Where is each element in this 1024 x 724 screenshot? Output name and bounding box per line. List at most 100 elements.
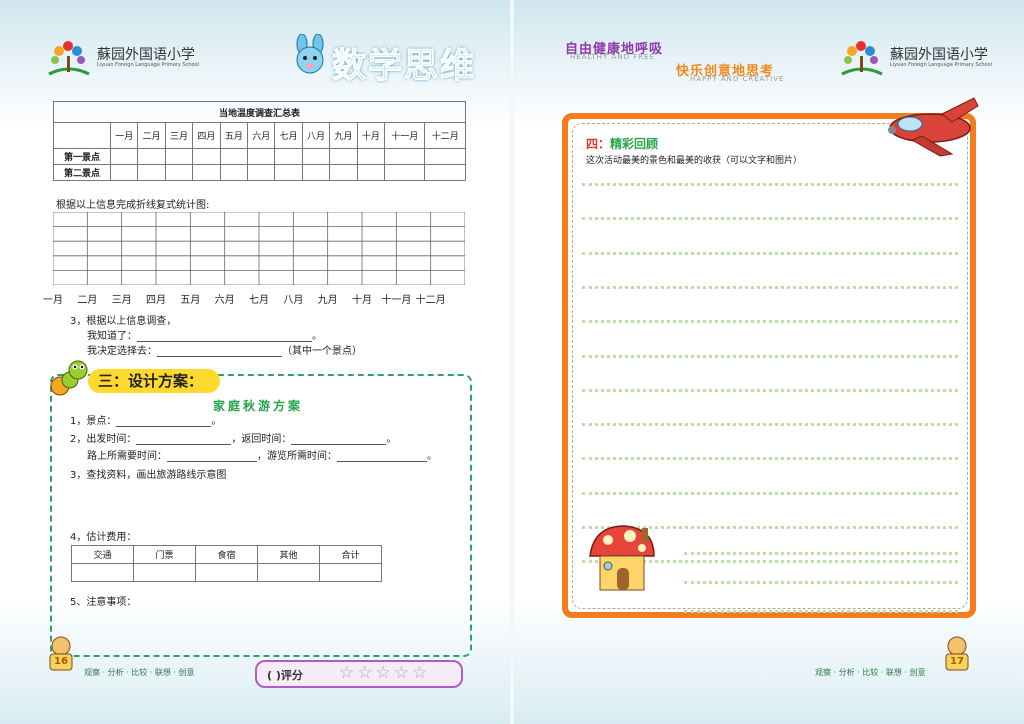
- chart-month-label: 九月: [317, 295, 338, 306]
- answer-line[interactable]: [137, 331, 312, 342]
- chart-month-label: 八月: [283, 295, 304, 306]
- school-name-en: Liyuan Foreign Language Primary School: [97, 62, 199, 68]
- return-label: ，返回时间：: [231, 434, 292, 445]
- answer-line[interactable]: [167, 451, 257, 462]
- chart-month-label: 十二月: [415, 295, 446, 306]
- writing-line[interactable]: [684, 581, 958, 584]
- survey-cell[interactable]: [356, 148, 386, 165]
- cost-cell[interactable]: [257, 563, 320, 582]
- survey-title: 当地温度调查汇总表: [53, 101, 466, 123]
- tree-logo-icon: [841, 41, 883, 76]
- footer-motto-left: 观察 · 分析 · 比较 · 联想 · 创意: [84, 668, 195, 677]
- cost-cell[interactable]: [71, 563, 134, 582]
- section4-title: 四：精彩回顾: [586, 135, 658, 152]
- chart-month-label: 十一月: [381, 295, 412, 306]
- survey-cell[interactable]: [424, 164, 466, 181]
- temperature-survey-table: 当地温度调查汇总表 一月 二月 三月 四月 五月 六月 七月 八月 九月 十月 十一月 十二月 第一景…: [53, 101, 466, 181]
- survey-cell[interactable]: [219, 148, 249, 165]
- row-label: 第二景点: [53, 164, 111, 181]
- q3-line3-end: （其中一个景点）: [282, 346, 362, 357]
- survey-cell[interactable]: [164, 164, 194, 181]
- footer-motto-right: 观察 · 分析 · 比较 · 联想 · 创意: [815, 668, 926, 677]
- writing-line[interactable]: [582, 183, 958, 186]
- caterpillar-icon: [50, 360, 88, 396]
- writing-line[interactable]: [582, 423, 958, 427]
- chart-month-label: 三月: [111, 295, 132, 306]
- writing-line[interactable]: [684, 552, 958, 555]
- month-header: 三月: [164, 122, 194, 149]
- cost-header: 交通: [71, 545, 134, 564]
- q3-line2: 我知道了： 。: [87, 327, 322, 342]
- chart-month-label: 四月: [146, 295, 166, 306]
- cost-header: 门票: [133, 545, 196, 564]
- chart-month-label: 二月: [77, 295, 98, 306]
- survey-cell[interactable]: [384, 148, 426, 165]
- writing-line[interactable]: [582, 285, 958, 289]
- survey-cell[interactable]: [137, 148, 166, 165]
- writing-line[interactable]: [582, 217, 958, 221]
- writing-line[interactable]: [684, 610, 958, 613]
- survey-cell[interactable]: [424, 148, 466, 165]
- survey-cell[interactable]: [301, 164, 331, 181]
- survey-cell[interactable]: [247, 164, 276, 181]
- survey-cell[interactable]: [329, 148, 358, 165]
- section3-title: 三：设计方案：: [88, 369, 220, 393]
- survey-cell[interactable]: [274, 148, 303, 165]
- cost-cell[interactable]: [319, 563, 382, 582]
- rating-stars[interactable]: ☆☆☆☆☆: [339, 663, 430, 683]
- survey-cell[interactable]: [356, 164, 386, 181]
- book-title: 数学思维: [290, 34, 490, 87]
- answer-line[interactable]: [116, 416, 212, 427]
- survey-cell[interactable]: [109, 148, 139, 165]
- writing-line[interactable]: [582, 457, 958, 461]
- writing-line[interactable]: [582, 491, 958, 495]
- survey-cell[interactable]: [274, 164, 303, 181]
- page-number-left: 16: [46, 638, 76, 674]
- school-name-en: Liyuan Foreign Language Primary School: [890, 62, 992, 68]
- airplane-icon: [888, 97, 979, 157]
- cost-cell[interactable]: [133, 563, 196, 582]
- header-corner: [53, 122, 111, 149]
- item-spot-end: 。: [211, 416, 222, 427]
- survey-cell[interactable]: [164, 148, 194, 165]
- survey-cell[interactable]: [137, 164, 166, 181]
- month-header: 十一月: [384, 122, 426, 149]
- survey-cell[interactable]: [329, 164, 358, 181]
- depart-label: 2，出发时间：: [70, 434, 137, 445]
- month-header: 四月: [192, 122, 221, 149]
- writing-line[interactable]: [582, 320, 958, 324]
- q3-line2-end: 。: [312, 331, 322, 342]
- survey-cell[interactable]: [192, 148, 221, 165]
- item-times: 2，出发时间： ，返回时间： 。: [70, 430, 396, 445]
- answer-line[interactable]: [157, 346, 282, 357]
- tree-logo-icon: [48, 41, 90, 76]
- survey-cell[interactable]: [109, 164, 139, 181]
- survey-cell[interactable]: [192, 164, 221, 181]
- month-header: 二月: [137, 122, 166, 149]
- month-header: 一月: [109, 122, 139, 149]
- item-spot: 1，景点： 。: [70, 412, 221, 427]
- rabbit-mascot-icon: [296, 34, 324, 74]
- item-times-end: 。: [386, 434, 397, 445]
- section4-prefix: 四：: [586, 137, 611, 151]
- plan-title: 家庭秋游方案: [213, 399, 304, 413]
- item-durations-end: 。: [427, 451, 437, 462]
- survey-cell[interactable]: [219, 164, 249, 181]
- chart-prompt: 根据以上信息完成折线复式统计图:: [56, 200, 210, 211]
- writing-line[interactable]: [582, 251, 958, 255]
- cost-cell[interactable]: [195, 563, 258, 582]
- survey-cell[interactable]: [247, 148, 276, 165]
- q3-line2-label: 我知道了：: [87, 331, 137, 342]
- answer-line[interactable]: [291, 434, 387, 445]
- item-notes: 5、注意事项：: [70, 597, 137, 608]
- school-logo-left: 蘇园外国语小学 Liyuan Foreign Language Primary …: [47, 38, 199, 78]
- answer-line[interactable]: [136, 434, 232, 445]
- blank-line-chart-grid: [53, 212, 465, 285]
- survey-cell[interactable]: [384, 164, 426, 181]
- survey-cell[interactable]: [301, 148, 331, 165]
- answer-line[interactable]: [337, 451, 427, 462]
- item-spot-label: 1，景点：: [70, 416, 117, 427]
- page-number-right: 17: [942, 638, 972, 674]
- writing-line[interactable]: [582, 388, 958, 392]
- writing-line[interactable]: [582, 354, 958, 358]
